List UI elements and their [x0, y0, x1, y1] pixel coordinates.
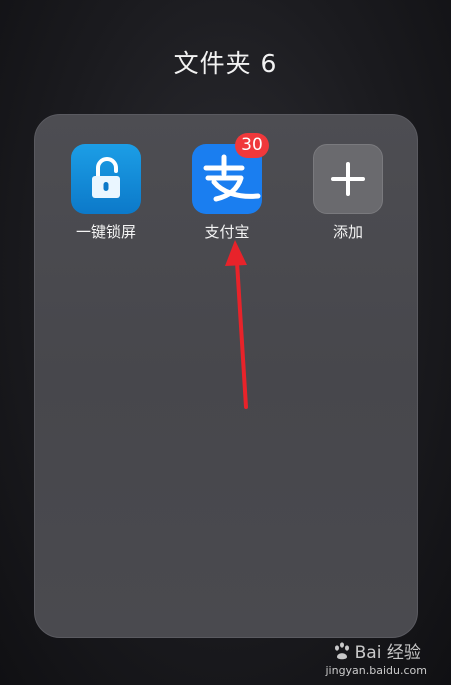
watermark-url: jingyan.baidu.com [325, 664, 427, 677]
paw-logo-icon [334, 641, 349, 659]
baidu-jingyan-watermark: Bai 经验 jingyan.baidu.com [325, 638, 427, 677]
watermark-brand: Bai 经验 [354, 643, 421, 663]
annotation-arrow [225, 240, 248, 409]
